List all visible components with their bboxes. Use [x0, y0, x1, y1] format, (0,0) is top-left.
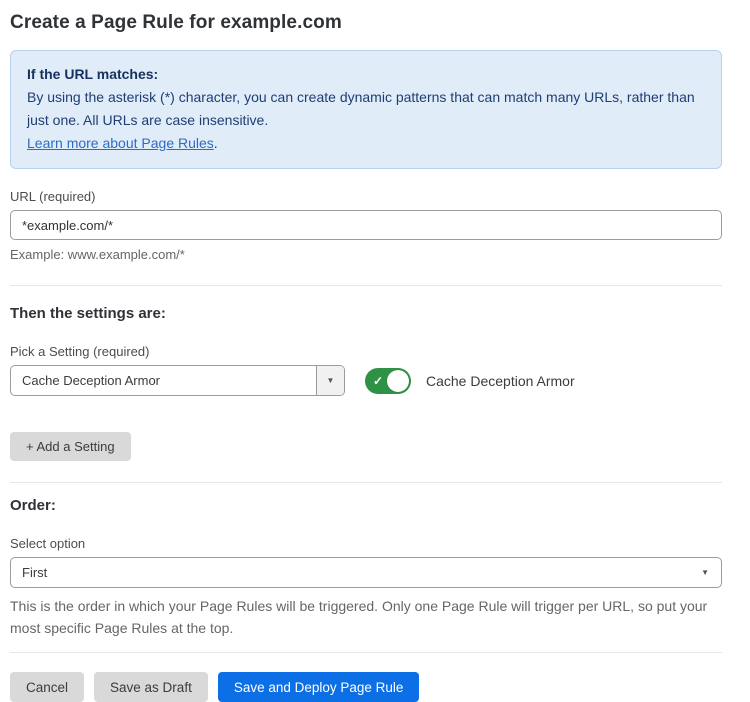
cancel-button[interactable]: Cancel	[10, 672, 84, 702]
divider	[10, 482, 722, 483]
order-select-value: First	[11, 558, 701, 587]
add-setting-button[interactable]: + Add a Setting	[10, 432, 131, 461]
page-rule-form: Create a Page Rule for example.com If th…	[0, 0, 750, 702]
order-select-label: Select option	[10, 536, 722, 551]
callout-heading: If the URL matches:	[27, 63, 705, 86]
setting-row: Cache Deception Armor ▼ ✓ Cache Deceptio…	[10, 365, 722, 396]
divider	[10, 285, 722, 286]
save-as-draft-button[interactable]: Save as Draft	[94, 672, 208, 702]
footer-actions: Cancel Save as Draft Save and Deploy Pag…	[10, 672, 722, 702]
order-helper-text: This is the order in which your Page Rul…	[10, 595, 722, 639]
chevron-down-icon: ▼	[327, 377, 335, 385]
order-select-arrow: ▼	[701, 558, 721, 587]
toggle-knob	[387, 370, 409, 392]
settings-heading: Then the settings are:	[10, 305, 722, 322]
url-helper: Example: www.example.com/*	[10, 247, 722, 262]
learn-more-link[interactable]: Learn more about Page Rules	[27, 135, 214, 151]
page-title: Create a Page Rule for example.com	[10, 12, 722, 34]
save-and-deploy-button[interactable]: Save and Deploy Page Rule	[218, 672, 420, 702]
callout-body: By using the asterisk (*) character, you…	[27, 86, 705, 132]
setting-select[interactable]: Cache Deception Armor ▼	[10, 365, 345, 396]
setting-select-arrow-button[interactable]: ▼	[316, 366, 344, 395]
setting-toggle-label: Cache Deception Armor	[426, 373, 575, 389]
setting-select-value: Cache Deception Armor	[11, 366, 316, 395]
url-label: URL (required)	[10, 189, 722, 204]
divider	[10, 652, 722, 653]
url-matches-callout: If the URL matches: By using the asteris…	[10, 50, 722, 169]
link-suffix: .	[214, 135, 218, 151]
url-input[interactable]	[10, 210, 722, 240]
chevron-down-icon: ▼	[701, 569, 709, 577]
check-icon: ✓	[373, 375, 383, 387]
order-select[interactable]: First ▼	[10, 557, 722, 588]
order-heading: Order:	[10, 497, 722, 514]
setting-toggle[interactable]: ✓	[365, 368, 411, 394]
callout-link-line: Learn more about Page Rules.	[27, 132, 705, 155]
pick-setting-label: Pick a Setting (required)	[10, 344, 722, 359]
